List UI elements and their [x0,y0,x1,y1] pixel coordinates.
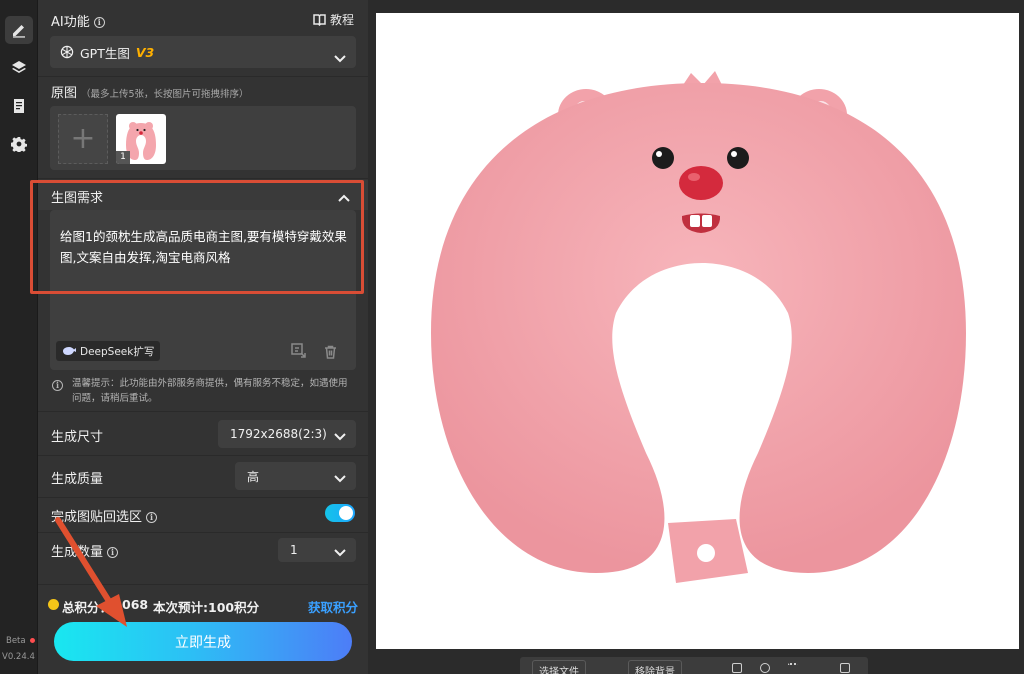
select-file-label: 选择文件 [539,667,579,674]
service-notice: i 温馨提示：此功能由外部服务商提供，偶有服务不稳定，如遇使用问题，请稍后重试。 [50,376,356,406]
coin-icon [48,599,59,610]
source-image-header: 原图 （最多上传5张，长按图片可拖拽排序） [51,82,249,101]
edit-tool-button[interactable] [5,16,33,44]
info-icon: i [52,380,63,391]
openai-logo-icon [60,45,74,59]
count-value: 1 [290,543,298,557]
version-label: V0.24.4 [2,652,35,662]
paste-back-label: 完成图贴回选区 [51,510,143,525]
trash-icon[interactable] [324,344,337,359]
clipped-options-row [51,568,357,584]
chevron-up-icon[interactable] [338,188,350,202]
divider [38,411,368,412]
paste-back-header: 完成图贴回选区 i [51,506,158,525]
service-notice-text: 温馨提示：此功能由外部服务商提供，偶有服务不稳定，如遇使用问题，请稍后重试。 [72,378,348,404]
paste-back-toggle[interactable] [325,504,355,522]
deepseek-expand-button[interactable]: DeepSeek扩写 [56,341,161,361]
ai-section-header: AI功能 i [51,11,105,30]
model-version-badge: V3 [135,44,155,60]
get-points-link[interactable]: 获取积分 [308,597,358,616]
size-select[interactable]: 1792x2688(2:3) [218,420,356,448]
book-icon [313,13,326,26]
beta-label: Beta [6,636,26,646]
model-name: GPT生图 [80,45,130,61]
divider [38,455,368,456]
tool-rail: Beta V0.24.4 [0,0,38,674]
remove-background-button[interactable]: 移除背景 [628,660,682,674]
generate-now-button[interactable]: 立即生成 [54,622,352,661]
count-header: 生成数量 i [51,541,119,560]
quality-value: 高 [247,469,260,484]
chevron-down-icon [334,472,346,483]
size-value: 1792x2688(2:3) [230,427,327,441]
size-label: 生成尺寸 [51,430,104,445]
ai-section-title: AI功能 [51,15,90,30]
contrast-icon[interactable] [760,663,770,673]
canvas-area: 选择文件 移除背景 [368,0,1024,674]
count-label: 生成数量 [51,545,104,560]
add-image-button[interactable]: + [58,114,108,164]
whale-icon [63,347,76,355]
plus-icon: + [70,121,96,156]
source-image-title: 原图 [51,86,78,101]
divider [38,76,368,77]
total-points-label: 总积分： [62,600,113,615]
quality-select[interactable]: 高 [235,462,356,490]
toggle-knob [339,506,353,520]
deepseek-label: DeepSeek扩写 [80,345,155,358]
info-icon[interactable]: i [146,512,158,523]
info-icon[interactable]: i [107,547,119,558]
pencil-icon [13,25,25,38]
tutorial-link[interactable]: 教程 [313,11,354,28]
count-select[interactable]: 1 [278,538,356,562]
remove-background-label: 移除背景 [635,667,675,674]
adjust-icon[interactable] [840,663,850,673]
crop-icon[interactable] [732,663,742,673]
divider [38,178,368,179]
estimated-points: 本次预计:100积分 [153,600,260,615]
chevron-down-icon [334,430,346,441]
source-image-area: + 1 [50,106,356,170]
chevron-down-icon [334,48,346,63]
image-canvas[interactable] [376,13,1019,649]
thumbnail-index: 1 [116,151,130,164]
beta-indicator-dot [30,638,35,643]
insert-template-icon[interactable] [291,343,306,358]
source-image-thumbnail[interactable]: 1 [116,114,166,164]
model-select[interactable]: GPT生图 V3 [50,36,356,68]
canvas-bottom-toolbar: 选择文件 移除背景 [520,657,868,674]
layers-icon [12,61,26,73]
ai-function-panel: AI功能 i 教程 GPT生图 V3 原图 （最多上传5张，长按图片可拖拽排序） +… [38,0,368,674]
requirement-text[interactable]: 给图1的颈枕生成高品质电商主图,要有模特穿戴效果图,文案自由发挥,淘宝电商风格 [60,226,350,268]
total-points-value: 068 [122,597,149,612]
select-file-button[interactable]: 选择文件 [532,660,586,674]
divider [38,532,368,533]
document-icon [14,99,24,113]
neck-pillow-image [431,71,966,583]
divider [38,497,368,498]
chevron-down-icon [334,546,346,557]
layers-tool-button[interactable] [5,54,33,82]
info-icon[interactable]: i [93,17,105,28]
settings-tool-button[interactable] [5,130,33,158]
more-icon[interactable] [788,663,798,673]
gear-icon [11,137,27,152]
requirement-title: 生图需求 [51,191,104,206]
document-tool-button[interactable] [5,92,33,120]
tutorial-label: 教程 [330,13,355,27]
source-image-note: （最多上传5张，长按图片可拖拽排序） [81,89,249,100]
quality-label: 生成质量 [51,472,104,487]
